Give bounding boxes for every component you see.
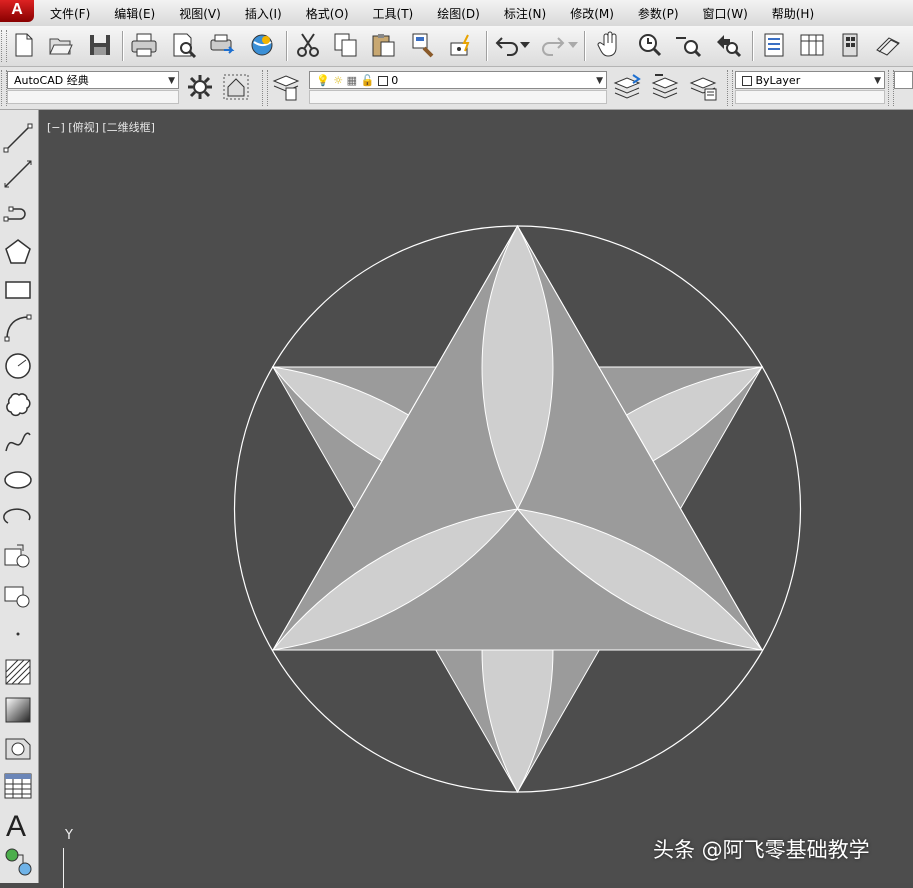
ucs-icon — [63, 848, 64, 888]
application-menu-button[interactable]: A — [0, 0, 34, 22]
linetype-select[interactable] — [894, 71, 913, 89]
region-icon[interactable] — [2, 732, 34, 764]
layer-select[interactable]: 💡 ☼ ▦ 🔓 0 ▼ — [309, 71, 607, 89]
standard-toolbar — [0, 26, 913, 67]
star-of-david-drawing — [233, 224, 802, 794]
toolbar-grip[interactable] — [1, 30, 7, 62]
menu-dimension[interactable]: 标注(N) — [492, 0, 558, 26]
hatch-icon[interactable] — [2, 656, 34, 688]
workspace-home-icon[interactable] — [220, 71, 252, 103]
lightbulb-icon: 💡 — [316, 74, 330, 87]
workspace-settings-icon[interactable] — [184, 71, 216, 103]
revision-cloud-icon[interactable] — [2, 388, 34, 420]
tool-palettes-icon[interactable] — [834, 29, 866, 61]
workspace-subrow — [7, 90, 179, 104]
point-icon[interactable] — [2, 618, 34, 650]
block-editor-icon[interactable] — [446, 29, 478, 61]
chevron-down-icon: ▼ — [596, 76, 603, 86]
print-icon[interactable] — [128, 29, 160, 61]
line-icon[interactable] — [2, 122, 34, 154]
open-folder-icon[interactable] — [45, 29, 77, 61]
rectangle-icon[interactable] — [2, 274, 34, 306]
publish-icon[interactable] — [206, 29, 238, 61]
layer-subrow — [309, 90, 607, 104]
color-select-value: ByLayer — [755, 74, 801, 87]
workspace-select-value: AutoCAD 经典 — [14, 74, 89, 87]
polygon-icon[interactable] — [2, 236, 34, 268]
color-subrow — [735, 90, 885, 104]
menu-parametric[interactable]: 参数(P) — [626, 0, 691, 26]
lock-icon: 🔓 — [360, 74, 375, 87]
pan-hand-icon[interactable] — [594, 29, 626, 61]
zoom-window-icon[interactable] — [672, 29, 704, 61]
menu-format[interactable]: 格式(O) — [294, 0, 361, 26]
menu-file[interactable]: 文件(F) — [38, 0, 102, 26]
add-selected-icon[interactable] — [2, 846, 34, 878]
menu-view[interactable]: 视图(V) — [167, 0, 233, 26]
table-icon[interactable] — [2, 770, 34, 802]
zoom-realtime-icon[interactable] — [634, 29, 666, 61]
drawing-canvas — [233, 224, 802, 794]
save-icon[interactable] — [84, 29, 116, 61]
paste-icon[interactable] — [368, 29, 400, 61]
watermark: 头条 @阿飞零基础教学 — [653, 838, 870, 862]
construction-line-icon[interactable] — [2, 158, 34, 190]
chevron-down-icon: ▼ — [168, 76, 175, 86]
undo-dropdown-icon[interactable] — [518, 29, 532, 61]
design-center-icon[interactable] — [796, 29, 828, 61]
draw-toolbar: A — [0, 110, 39, 883]
color-swatch — [742, 76, 752, 86]
layer-select-value: 0 — [391, 74, 399, 87]
ucs-y-axis-label: Y — [65, 828, 73, 843]
layer-properties-icon[interactable] — [270, 71, 302, 103]
redo-dropdown-icon[interactable] — [566, 29, 580, 61]
toolbar-grip[interactable] — [262, 70, 268, 106]
polyline-icon[interactable] — [2, 196, 34, 228]
svg-text:A: A — [6, 810, 26, 839]
menu-items: 文件(F) 编辑(E) 视图(V) 插入(I) 格式(O) 工具(T) 绘图(D… — [38, 0, 826, 26]
circle-icon[interactable] — [2, 350, 34, 382]
toolbar-grip[interactable] — [727, 70, 733, 106]
redo-icon[interactable] — [536, 29, 568, 61]
new-file-icon[interactable] — [8, 29, 40, 61]
menu-edit[interactable]: 编辑(E) — [102, 0, 167, 26]
chevron-down-icon: ▼ — [874, 76, 881, 86]
match-properties-icon[interactable] — [408, 29, 440, 61]
menu-window[interactable]: 窗口(W) — [691, 0, 760, 26]
menu-draw[interactable]: 绘图(D) — [425, 0, 492, 26]
layer-freeze-icon: ▦ — [346, 74, 357, 87]
menu-insert[interactable]: 插入(I) — [233, 0, 294, 26]
ellipse-arc-icon[interactable] — [2, 502, 34, 534]
layer-state-icon[interactable] — [688, 71, 720, 103]
insert-block-icon[interactable] — [2, 540, 34, 572]
cut-icon[interactable] — [292, 29, 324, 61]
menu-help[interactable]: 帮助(H) — [760, 0, 826, 26]
sheet-set-manager-icon[interactable] — [872, 29, 904, 61]
layers-toolbar-row: AutoCAD 经典 ▼ 💡 ☼ ▦ 🔓 0 ▼ ByLayer ▼ — [0, 67, 913, 110]
layer-previous-icon[interactable] — [650, 71, 682, 103]
copy-icon[interactable] — [330, 29, 362, 61]
plot-preview-icon[interactable] — [168, 29, 200, 61]
workspace-select[interactable]: AutoCAD 经典 ▼ — [7, 71, 179, 89]
zoom-previous-icon[interactable] — [712, 29, 744, 61]
spline-icon[interactable] — [2, 426, 34, 458]
gradient-icon[interactable] — [2, 694, 34, 726]
make-current-layer-icon[interactable] — [612, 71, 644, 103]
arc-icon[interactable] — [2, 312, 34, 344]
3d-dwf-icon[interactable] — [246, 29, 278, 61]
color-select[interactable]: ByLayer ▼ — [735, 71, 885, 89]
multiline-text-icon[interactable]: A — [2, 808, 34, 840]
menu-modify[interactable]: 修改(M) — [558, 0, 626, 26]
menu-tools[interactable]: 工具(T) — [361, 0, 426, 26]
make-block-icon[interactable] — [2, 580, 34, 612]
sun-icon: ☼ — [333, 74, 344, 87]
drawing-viewport[interactable]: [−] [俯视] [二维线框] Y 头条 @阿飞零基础教学 — [39, 110, 913, 888]
properties-icon[interactable] — [758, 29, 790, 61]
ellipse-icon[interactable] — [2, 464, 34, 496]
layer-color-swatch — [377, 76, 388, 86]
menu-bar: A 文件(F) 编辑(E) 视图(V) 插入(I) 格式(O) 工具(T) 绘图… — [0, 0, 913, 27]
